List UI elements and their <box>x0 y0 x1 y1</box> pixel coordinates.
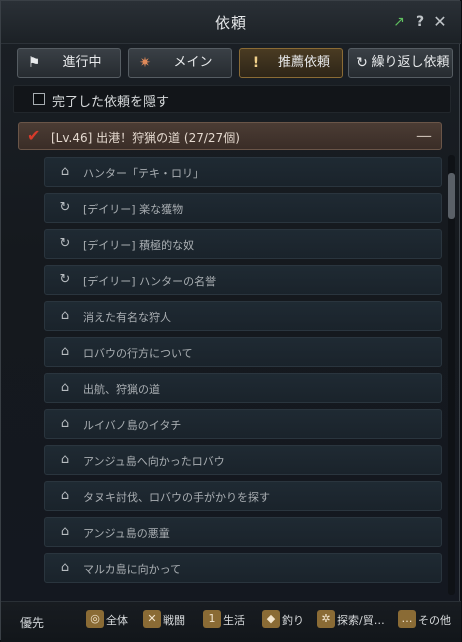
house-icon: ⌂ <box>60 452 70 467</box>
list-item[interactable]: ⌂ 消えた有名な狩人 <box>44 301 442 331</box>
tab-recommended[interactable]: ! 推薦依頼 <box>239 48 343 78</box>
house-icon: ⌂ <box>60 344 70 359</box>
list-item[interactable]: ⌂ ハンター「テキ・ロリ」 <box>44 157 442 187</box>
list-item[interactable]: ⌂ ルイバノ島のイタチ <box>44 409 442 439</box>
quest-window: 依頼 ↗ ? ✕ ⚑ 進行中 ✷ メイン ! 推薦依頼 ↻ 繰り返し依頼 完了し… <box>0 0 461 642</box>
repeat-icon: ↻ <box>59 272 71 287</box>
external-link-icon[interactable]: ↗ <box>390 13 408 31</box>
tab-main[interactable]: ✷ メイン <box>128 48 232 78</box>
house-icon: ⌂ <box>60 524 70 539</box>
list-item[interactable]: ⌂ ロバウの行方について <box>44 337 442 367</box>
priority-footer: 優先 ◎ 全体 ✕ 戦闘 1 生活 ◆ 釣り ✲ 探索/貿… … その他 <box>1 601 461 642</box>
list-item[interactable]: ↻ [デイリー] 楽な獲物 <box>44 193 442 223</box>
list-item[interactable]: ⌂ タヌキ討伐、ロバウの手がかりを探す <box>44 481 442 511</box>
house-icon: ⌂ <box>60 164 70 179</box>
repeat-icon: ↻ <box>59 200 71 215</box>
wheel-icon: ✲ <box>317 610 335 628</box>
house-icon: ⌂ <box>60 416 70 431</box>
scroll-thumb[interactable] <box>448 173 455 219</box>
list-item[interactable]: ⌂ 出航、狩猟の道 <box>44 373 442 403</box>
house-icon: ⌂ <box>60 308 70 323</box>
tab-bar: ⚑ 進行中 ✷ メイン ! 推薦依頼 ↻ 繰り返し依頼 <box>17 48 453 78</box>
hide-completed-label: 完了した依頼を隠す <box>52 95 170 110</box>
list-item[interactable]: ⌂ マルカ島に向かって <box>44 553 442 583</box>
help-icon[interactable]: ? <box>411 13 429 31</box>
filter-life[interactable]: 1 生活 <box>203 610 255 632</box>
filter-explore-trade[interactable]: ✲ 探索/貿… <box>317 610 395 632</box>
collapse-button[interactable]: — <box>416 126 432 145</box>
fish-icon: ◆ <box>262 610 280 628</box>
hide-completed-checkbox[interactable] <box>33 93 45 105</box>
list-item[interactable]: ↻ [デイリー] 積極的な奴 <box>44 229 442 259</box>
hide-completed-row[interactable]: 完了した依頼を隠す <box>13 85 451 113</box>
house-icon: ⌂ <box>60 380 70 395</box>
checkmark-icon: ✔ <box>27 126 41 145</box>
filter-other[interactable]: … その他 <box>398 610 458 632</box>
list-item[interactable]: ↻ [デイリー] ハンターの名誉 <box>44 265 442 295</box>
list-item[interactable]: ⌂ アンジュ島の悪童 <box>44 517 442 547</box>
filter-all[interactable]: ◎ 全体 <box>86 610 138 632</box>
other-icon: … <box>398 610 416 628</box>
flag-icon: ⚑ <box>27 55 41 71</box>
scrollbar[interactable] <box>448 155 455 595</box>
tab-in-progress[interactable]: ⚑ 進行中 <box>17 48 121 78</box>
repeat-icon: ↻ <box>356 55 368 71</box>
repeat-icon: ↻ <box>59 236 71 251</box>
compass-star-icon: ✷ <box>139 55 151 71</box>
house-icon: ⌂ <box>60 560 70 575</box>
all-icon: ◎ <box>86 610 104 628</box>
swords-icon: ✕ <box>143 610 161 628</box>
house-icon: ⌂ <box>60 488 70 503</box>
title-bar[interactable]: 依頼 ↗ ? ✕ <box>1 1 461 44</box>
close-icon[interactable]: ✕ <box>431 13 449 31</box>
list-item[interactable]: ⌂ アンジュ島へ向かったロバウ <box>44 445 442 475</box>
quest-group-title: [Lv.46] 出港！狩猟の道 (27/27個) <box>51 131 240 145</box>
tab-repeat[interactable]: ↻ 繰り返し依頼 <box>348 48 453 78</box>
filter-combat[interactable]: ✕ 戦闘 <box>143 610 195 632</box>
exclamation-icon: ! <box>252 55 260 71</box>
quest-group-header[interactable]: ✔ [Lv.46] 出港！狩猟の道 (27/27個) — <box>18 122 442 150</box>
priority-label: 優先 <box>20 616 45 630</box>
filter-fishing[interactable]: ◆ 釣り <box>262 610 312 632</box>
life-icon: 1 <box>203 610 221 628</box>
